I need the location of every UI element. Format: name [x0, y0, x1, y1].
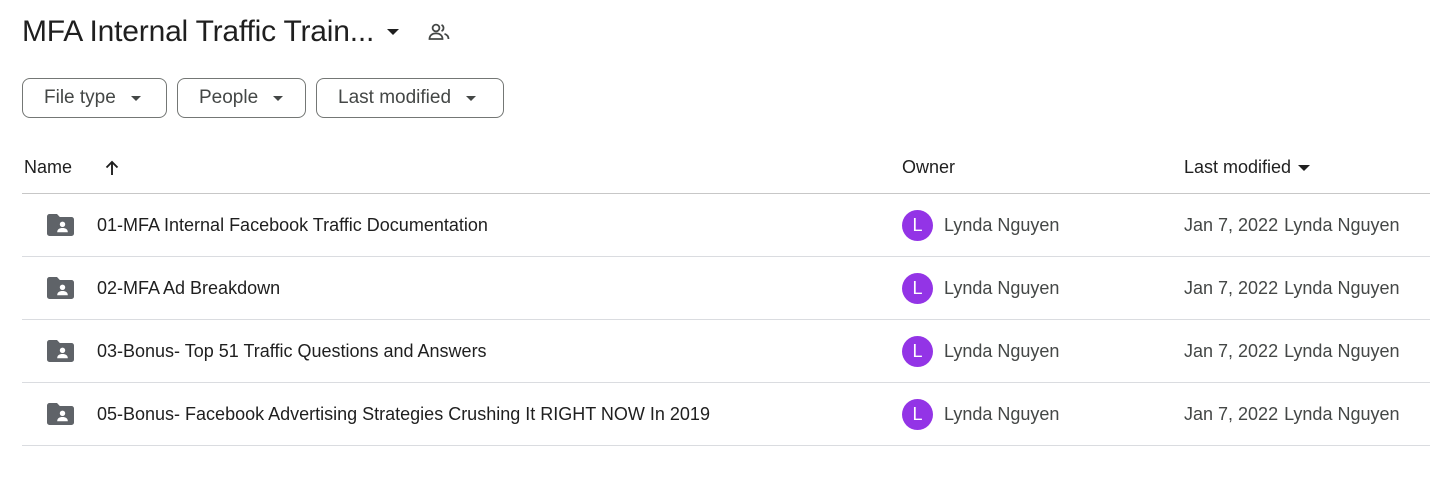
owner-cell: L Lynda Nguyen — [902, 257, 1059, 319]
file-list: Name Owner Last modified 01-MFA Internal… — [22, 142, 1430, 446]
caret-down-icon — [272, 95, 284, 102]
file-name: 05-Bonus- Facebook Advertising Strategie… — [97, 403, 710, 424]
last-modified-cell: Jan 7, 2022 Lynda Nguyen — [1184, 257, 1400, 319]
column-header-last-modified[interactable]: Last modified — [1184, 142, 1311, 193]
drive-folder-view: MFA Internal Traffic Train... File type … — [0, 0, 1430, 493]
file-type-filter-label: File type — [44, 87, 116, 108]
modified-date: Jan 7, 2022 — [1184, 277, 1279, 298]
modified-by: Lynda Nguyen — [1284, 403, 1400, 424]
last-modified-filter-label: Last modified — [338, 87, 452, 108]
last-modified-cell: Jan 7, 2022 Lynda Nguyen — [1184, 194, 1400, 256]
shared-folder-icon — [46, 320, 74, 382]
shared-folder-icon — [46, 383, 74, 445]
folder-header: MFA Internal Traffic Train... — [22, 10, 454, 54]
modified-by: Lynda Nguyen — [1284, 340, 1400, 361]
caret-down-icon — [130, 95, 142, 102]
file-type-filter[interactable]: File type — [22, 78, 167, 118]
column-header-owner[interactable]: Owner — [902, 142, 955, 193]
last-modified-cell: Jan 7, 2022 Lynda Nguyen — [1184, 383, 1400, 445]
file-name: 02-MFA Ad Breakdown — [97, 277, 281, 298]
table-row[interactable]: 03-Bonus- Top 51 Traffic Questions and A… — [22, 320, 1430, 383]
modified-date: Jan 7, 2022 — [1184, 403, 1279, 424]
shared-folder-icon — [46, 257, 74, 319]
file-list-header: Name Owner Last modified — [22, 142, 1430, 194]
arrow-up-icon[interactable] — [100, 142, 124, 193]
avatar: L — [902, 272, 933, 304]
modified-date: Jan 7, 2022 — [1184, 214, 1279, 235]
table-row[interactable]: 05-Bonus- Facebook Advertising Strategie… — [22, 383, 1430, 446]
owner-cell: L Lynda Nguyen — [902, 383, 1059, 445]
folder-title[interactable]: MFA Internal Traffic Train... — [22, 15, 374, 49]
avatar: L — [902, 335, 933, 367]
owner-name: Lynda Nguyen — [944, 214, 1060, 235]
filter-bar: File type People Last modified — [22, 78, 504, 118]
people-filter[interactable]: People — [177, 78, 306, 118]
table-row[interactable]: 02-MFA Ad Breakdown L Lynda Nguyen Jan 7… — [22, 257, 1430, 320]
table-row[interactable]: 01-MFA Internal Facebook Traffic Documen… — [22, 194, 1430, 257]
column-header-name[interactable]: Name — [24, 142, 72, 193]
file-name: 03-Bonus- Top 51 Traffic Questions and A… — [97, 340, 487, 361]
avatar: L — [902, 209, 933, 241]
file-name: 01-MFA Internal Facebook Traffic Documen… — [97, 214, 488, 235]
avatar: L — [902, 398, 933, 430]
owner-name: Lynda Nguyen — [944, 340, 1060, 361]
people-icon[interactable] — [424, 17, 454, 47]
modified-by: Lynda Nguyen — [1284, 214, 1400, 235]
shared-folder-icon — [46, 194, 74, 256]
owner-name: Lynda Nguyen — [944, 277, 1060, 298]
caret-down-icon — [465, 95, 477, 102]
last-modified-cell: Jan 7, 2022 Lynda Nguyen — [1184, 320, 1400, 382]
column-header-last-modified-label: Last modified — [1184, 157, 1292, 177]
last-modified-filter[interactable]: Last modified — [316, 78, 504, 118]
people-filter-label: People — [199, 87, 259, 108]
caret-down-icon[interactable] — [376, 15, 410, 49]
owner-name: Lynda Nguyen — [944, 403, 1060, 424]
modified-date: Jan 7, 2022 — [1184, 340, 1279, 361]
owner-cell: L Lynda Nguyen — [902, 320, 1059, 382]
caret-down-icon — [1297, 164, 1311, 172]
modified-by: Lynda Nguyen — [1284, 277, 1400, 298]
owner-cell: L Lynda Nguyen — [902, 194, 1059, 256]
